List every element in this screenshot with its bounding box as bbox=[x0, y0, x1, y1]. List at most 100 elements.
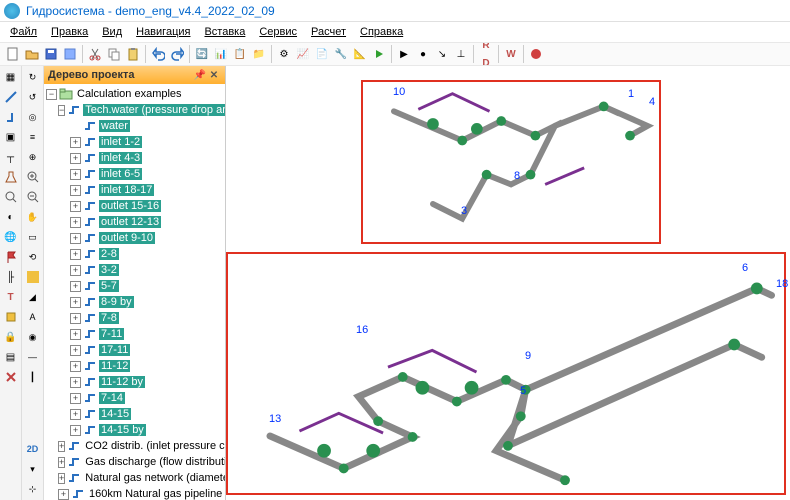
tree-item[interactable]: +inlet 18-17 bbox=[44, 182, 225, 198]
menu-calc[interactable]: Расчет bbox=[305, 25, 352, 39]
vt1-t-icon[interactable]: T bbox=[2, 288, 20, 306]
vt1-pipe-icon[interactable] bbox=[2, 88, 20, 106]
tool-e-icon[interactable]: 📐 bbox=[351, 45, 369, 63]
tree-item[interactable]: water bbox=[44, 118, 225, 134]
menu-nav[interactable]: Навигация bbox=[130, 25, 196, 39]
menu-edit[interactable]: Правка bbox=[45, 25, 94, 39]
tree-item[interactable]: +7-11 bbox=[44, 326, 225, 342]
vt2-i-icon[interactable]: ┃ bbox=[24, 368, 42, 386]
expand-icon[interactable]: + bbox=[70, 329, 81, 340]
expand-icon[interactable]: + bbox=[70, 281, 81, 292]
expand-icon[interactable]: + bbox=[70, 409, 81, 420]
vt2-fill-icon[interactable]: ◢ bbox=[24, 288, 42, 306]
undo-icon[interactable] bbox=[149, 45, 167, 63]
open-icon[interactable] bbox=[23, 45, 41, 63]
expand-icon[interactable]: + bbox=[58, 441, 65, 452]
tool-c-icon[interactable]: 📁 bbox=[250, 45, 268, 63]
vt2-zoomin-icon[interactable] bbox=[24, 168, 42, 186]
expand-icon[interactable]: + bbox=[70, 185, 81, 196]
menu-file[interactable]: Файл bbox=[4, 25, 43, 39]
play-icon[interactable] bbox=[370, 45, 388, 63]
expand-icon[interactable]: + bbox=[70, 297, 81, 308]
vt1-tee-icon[interactable]: ┬ bbox=[2, 148, 20, 166]
expand-icon[interactable]: + bbox=[70, 393, 81, 404]
vt2-e-icon[interactable]: ⊕ bbox=[24, 148, 42, 166]
toolbar-d-button[interactable]: D bbox=[477, 54, 495, 66]
expand-icon[interactable]: + bbox=[70, 233, 81, 244]
vt2-b-icon[interactable]: ↺ bbox=[24, 88, 42, 106]
expand-icon[interactable]: + bbox=[70, 217, 81, 228]
redo-icon[interactable] bbox=[168, 45, 186, 63]
vt1-branch-icon[interactable]: ╟ bbox=[2, 268, 20, 286]
expand-icon[interactable]: + bbox=[70, 153, 81, 164]
vt1-flask-icon[interactable] bbox=[2, 168, 20, 186]
menu-insert[interactable]: Вставка bbox=[198, 25, 251, 39]
vt2-2d-button[interactable]: 2D bbox=[24, 440, 42, 458]
tree-item[interactable]: +outlet 12-13 bbox=[44, 214, 225, 230]
vt2-text-icon[interactable]: A bbox=[24, 308, 42, 326]
vt2-color-icon[interactable] bbox=[24, 268, 42, 286]
tool-a-icon[interactable]: 📊 bbox=[212, 45, 230, 63]
vt1-delete-icon[interactable] bbox=[2, 368, 20, 386]
tree-item[interactable]: +Gas discharge (flow distribution bbox=[44, 454, 225, 470]
tool-d-icon[interactable]: 🔧 bbox=[332, 45, 350, 63]
tree-item[interactable]: +17-11 bbox=[44, 342, 225, 358]
vt1-lock-icon[interactable]: 🔒 bbox=[2, 328, 20, 346]
new-icon[interactable] bbox=[4, 45, 22, 63]
cut-icon[interactable] bbox=[86, 45, 104, 63]
tree-item[interactable]: +inlet 4-3 bbox=[44, 150, 225, 166]
tree-item[interactable]: +11-12 bbox=[44, 358, 225, 374]
tree-item[interactable]: +7-14 bbox=[44, 390, 225, 406]
vt1-valve-icon[interactable]: ▣ bbox=[2, 128, 20, 146]
vt1-elbow-icon[interactable] bbox=[2, 108, 20, 126]
expand-icon[interactable]: + bbox=[70, 169, 81, 180]
toolbar-r-button[interactable]: R bbox=[477, 42, 495, 54]
menu-view[interactable]: Вид bbox=[96, 25, 128, 39]
vt1-globe-icon[interactable]: 🌐 bbox=[2, 228, 20, 246]
tree-item[interactable]: +outlet 15-16 bbox=[44, 198, 225, 214]
vt1-layers-icon[interactable]: ▤ bbox=[2, 348, 20, 366]
pin-icon[interactable]: 📌 bbox=[193, 68, 207, 82]
collapse-icon[interactable]: − bbox=[46, 89, 57, 100]
vt2-dropdown-icon[interactable]: ▾ bbox=[24, 460, 42, 478]
expand-icon[interactable]: + bbox=[70, 425, 81, 436]
vt2-c-icon[interactable]: ◎ bbox=[24, 108, 42, 126]
diagram-canvas[interactable]: 101483618169513 bbox=[226, 66, 790, 500]
expand-icon[interactable]: + bbox=[58, 489, 69, 500]
copy-icon[interactable] bbox=[105, 45, 123, 63]
vt2-pan-icon[interactable]: ✋ bbox=[24, 208, 42, 226]
tool-f-icon[interactable]: ⊥ bbox=[452, 45, 470, 63]
calc-icon[interactable]: ⚙ bbox=[275, 45, 293, 63]
tree-header[interactable]: Дерево проекта 📌 ✕ bbox=[44, 66, 225, 84]
tree-item[interactable]: +8-9 by bbox=[44, 294, 225, 310]
vt2-zoomout-icon[interactable] bbox=[24, 188, 42, 206]
tree-body[interactable]: −Calculation examples−Tech.water (pressu… bbox=[44, 84, 225, 500]
tree-item[interactable]: +2-8 bbox=[44, 246, 225, 262]
expand-icon[interactable]: + bbox=[58, 457, 65, 468]
tree-item[interactable]: +Natural gas network (diameter bbox=[44, 470, 225, 486]
collapse-icon[interactable]: − bbox=[58, 105, 65, 116]
expand-icon[interactable]: + bbox=[70, 313, 81, 324]
saveas-icon[interactable] bbox=[61, 45, 79, 63]
vt1-flag-icon[interactable] bbox=[2, 248, 20, 266]
tree-item[interactable]: +11-12 by bbox=[44, 374, 225, 390]
tree-item[interactable]: +14-15 bbox=[44, 406, 225, 422]
save-icon[interactable] bbox=[42, 45, 60, 63]
flag-icon[interactable]: ▶ bbox=[395, 45, 413, 63]
vt1-grid-icon[interactable]: ▦ bbox=[2, 68, 20, 86]
tree-item[interactable]: +5-7 bbox=[44, 278, 225, 294]
tree-item[interactable]: −Calculation examples bbox=[44, 86, 225, 102]
tree-item[interactable]: +160km Natural gas pipeline bbox=[44, 486, 225, 500]
tree-item[interactable]: +7-8 bbox=[44, 310, 225, 326]
vt2-a-icon[interactable]: ↻ bbox=[24, 68, 42, 86]
tree-item[interactable]: +inlet 1-2 bbox=[44, 134, 225, 150]
tree-item[interactable]: +14-15 by bbox=[44, 422, 225, 438]
expand-icon[interactable]: + bbox=[58, 473, 65, 484]
expand-icon[interactable]: + bbox=[70, 377, 81, 388]
tree-item[interactable]: +CO2 distrib. (inlet pressure cal bbox=[44, 438, 225, 454]
tree-item[interactable]: +inlet 6-5 bbox=[44, 166, 225, 182]
vt2-h-icon[interactable]: — bbox=[24, 348, 42, 366]
close-icon[interactable]: ✕ bbox=[207, 68, 221, 82]
tree-item[interactable]: −Tech.water (pressure drop and bbox=[44, 102, 225, 118]
record-icon[interactable] bbox=[527, 45, 545, 63]
